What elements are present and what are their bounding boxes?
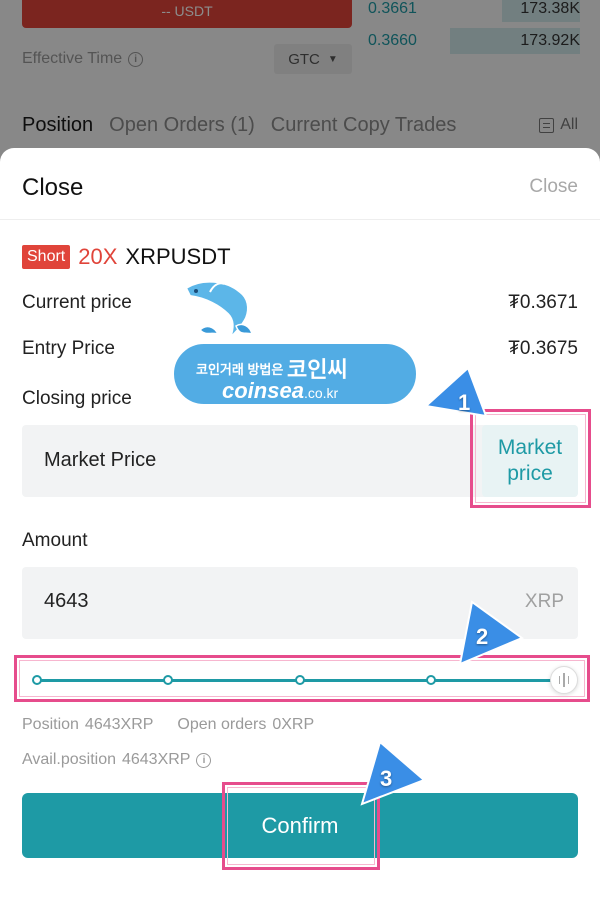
- open-orders-label: Open orders: [177, 716, 267, 733]
- sheet-header: Close Close: [0, 148, 600, 220]
- symbol-label: XRPUSDT: [125, 244, 231, 269]
- slider-node-0[interactable]: [32, 675, 42, 685]
- closing-price-value: Market Price: [44, 449, 157, 471]
- avail-position-info: Avail.position 4643XRP i: [22, 751, 212, 769]
- amount-input[interactable]: [44, 590, 444, 613]
- amount-label: Amount: [22, 530, 88, 551]
- slider-node-25[interactable]: [163, 675, 173, 685]
- closing-price-label: Closing price: [22, 388, 132, 409]
- current-price-row: Current price ₮0.3671: [22, 292, 578, 314]
- market-price-label: Market price: [497, 435, 563, 485]
- market-price-button[interactable]: Market price: [482, 425, 578, 497]
- slider-node-50[interactable]: [295, 675, 305, 685]
- open-orders-value: 0XRP: [272, 716, 315, 733]
- position-value: 4643XRP: [84, 716, 154, 733]
- modal-overlay[interactable]: [0, 0, 600, 160]
- amount-unit: XRP: [524, 591, 564, 612]
- avail-value: 4643XRP: [121, 751, 191, 768]
- entry-price-label: Entry Price: [22, 338, 115, 359]
- position-summary: Short 20X XRPUSDT: [22, 244, 231, 270]
- close-button[interactable]: Close: [529, 176, 578, 198]
- current-price-value: ₮0.3671: [508, 292, 578, 313]
- info-icon[interactable]: i: [196, 752, 212, 768]
- closing-price-row: Closing price: [22, 388, 578, 410]
- sheet-title: Close: [22, 174, 84, 201]
- current-price-label: Current price: [22, 292, 132, 313]
- amount-field[interactable]: XRP: [22, 567, 578, 639]
- position-info: Position 4643XRP Open orders 0XRP: [22, 716, 314, 734]
- confirm-label: Confirm: [261, 812, 339, 838]
- close-position-sheet: Close Close Short 20X XRPUSDT Current pr…: [0, 148, 600, 914]
- confirm-button[interactable]: Confirm: [22, 793, 578, 858]
- entry-price-row: Entry Price ₮0.3675: [22, 338, 578, 360]
- entry-price-value: ₮0.3675: [508, 338, 578, 359]
- leverage-label: 20X: [78, 244, 118, 269]
- avail-label: Avail.position: [22, 751, 116, 768]
- side-badge: Short: [22, 245, 71, 269]
- slider-thumb[interactable]: [550, 666, 578, 694]
- position-label: Position: [22, 716, 79, 733]
- amount-slider[interactable]: [22, 658, 578, 702]
- slider-node-75[interactable]: [426, 675, 436, 685]
